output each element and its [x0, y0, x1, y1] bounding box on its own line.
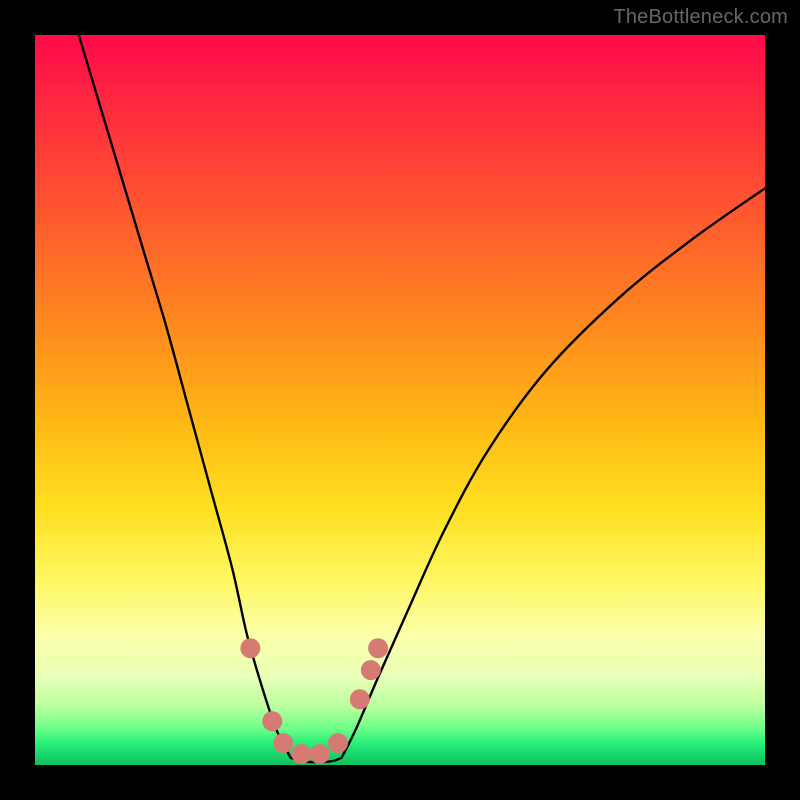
data-marker	[262, 711, 282, 731]
data-marker	[291, 744, 311, 764]
chart-container: TheBottleneck.com	[0, 0, 800, 800]
watermark-text: TheBottleneck.com	[613, 6, 788, 29]
data-marker	[328, 733, 348, 753]
curve-layer	[35, 35, 765, 765]
data-marker	[273, 733, 293, 753]
data-marker	[350, 689, 370, 709]
data-marker	[240, 638, 260, 658]
data-markers	[240, 638, 388, 764]
data-marker	[368, 638, 388, 658]
plot-area	[35, 35, 765, 765]
data-marker	[361, 660, 381, 680]
data-marker	[310, 744, 330, 764]
right-branch-curve	[342, 188, 765, 757]
